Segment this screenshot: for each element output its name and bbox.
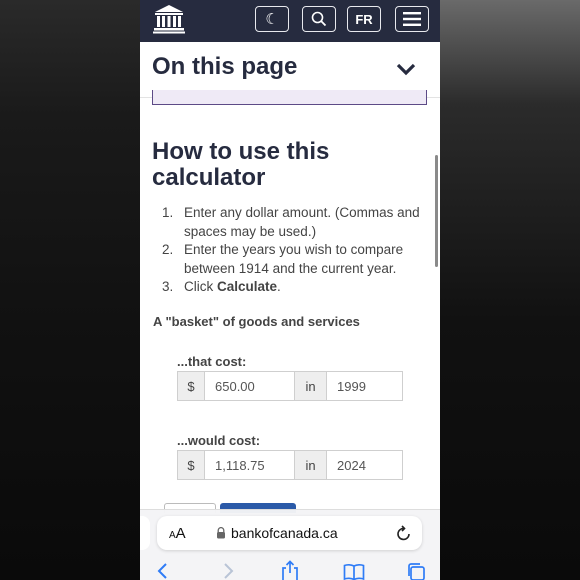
address-bar[interactable]: AA bankofcanada.ca <box>157 516 422 550</box>
language-toggle-button[interactable]: FR <box>347 6 381 32</box>
share-icon[interactable] <box>281 560 299 580</box>
forward-icon[interactable] <box>222 562 234 580</box>
search-button[interactable] <box>302 6 336 32</box>
bank-logo-icon[interactable] <box>152 3 186 35</box>
url-text: bankofcanada.ca <box>231 525 338 541</box>
basket-label: A "basket" of goods and services <box>153 314 360 329</box>
text-size-button[interactable]: AA <box>169 525 186 542</box>
lock-icon <box>217 527 225 539</box>
in-addon: in <box>295 450 327 480</box>
back-icon[interactable] <box>157 562 169 580</box>
background-right <box>440 0 580 580</box>
search-icon <box>311 11 327 27</box>
tabs-icon[interactable] <box>406 562 426 580</box>
would-cost-label: ...would cost: <box>177 433 261 448</box>
language-toggle-label: FR <box>355 11 373 27</box>
reload-icon[interactable] <box>396 524 412 542</box>
menu-icon <box>403 12 421 26</box>
previous-tab-edge[interactable] <box>140 516 150 550</box>
list-item: 2. Enter the years you wish to compare b… <box>162 242 404 276</box>
that-cost-row: $ 650.00 in 1999 <box>177 371 403 401</box>
on-this-page-title: On this page <box>152 53 298 80</box>
browser-toolbar: AA bankofcanada.ca <box>140 509 440 580</box>
menu-button[interactable] <box>395 6 429 32</box>
result-amount-field: 1,118.75 <box>205 450 295 480</box>
original-amount-input[interactable]: 650.00 <box>205 371 295 401</box>
site-header: ☾ FR <box>140 0 440 42</box>
chevron-down-icon <box>396 63 416 76</box>
that-cost-label: ...that cost: <box>177 354 247 369</box>
list-item: 1. Enter any dollar amount. (Commas and … <box>162 205 420 239</box>
list-item: 3. Click Calculate. <box>162 279 281 294</box>
bookmarks-icon[interactable] <box>343 563 365 580</box>
background-left <box>0 0 140 580</box>
target-year-input[interactable]: 2024 <box>327 450 403 480</box>
in-addon: in <box>295 371 327 401</box>
original-year-input[interactable]: 1999 <box>327 371 403 401</box>
instructions-list: 1. Enter any dollar amount. (Commas and … <box>162 204 430 297</box>
currency-addon: $ <box>177 450 205 480</box>
moon-icon: ☾ <box>265 10 279 28</box>
phone-screen: ☾ FR On this page How to use this calcul… <box>140 0 440 580</box>
scrollbar[interactable] <box>435 155 438 267</box>
currency-addon: $ <box>177 371 205 401</box>
dark-mode-button[interactable]: ☾ <box>255 6 289 32</box>
section-heading: How to use this calculator <box>152 138 330 191</box>
would-cost-row: $ 1,118.75 in 2024 <box>177 450 403 480</box>
on-this-page-panel-edge <box>152 90 427 105</box>
